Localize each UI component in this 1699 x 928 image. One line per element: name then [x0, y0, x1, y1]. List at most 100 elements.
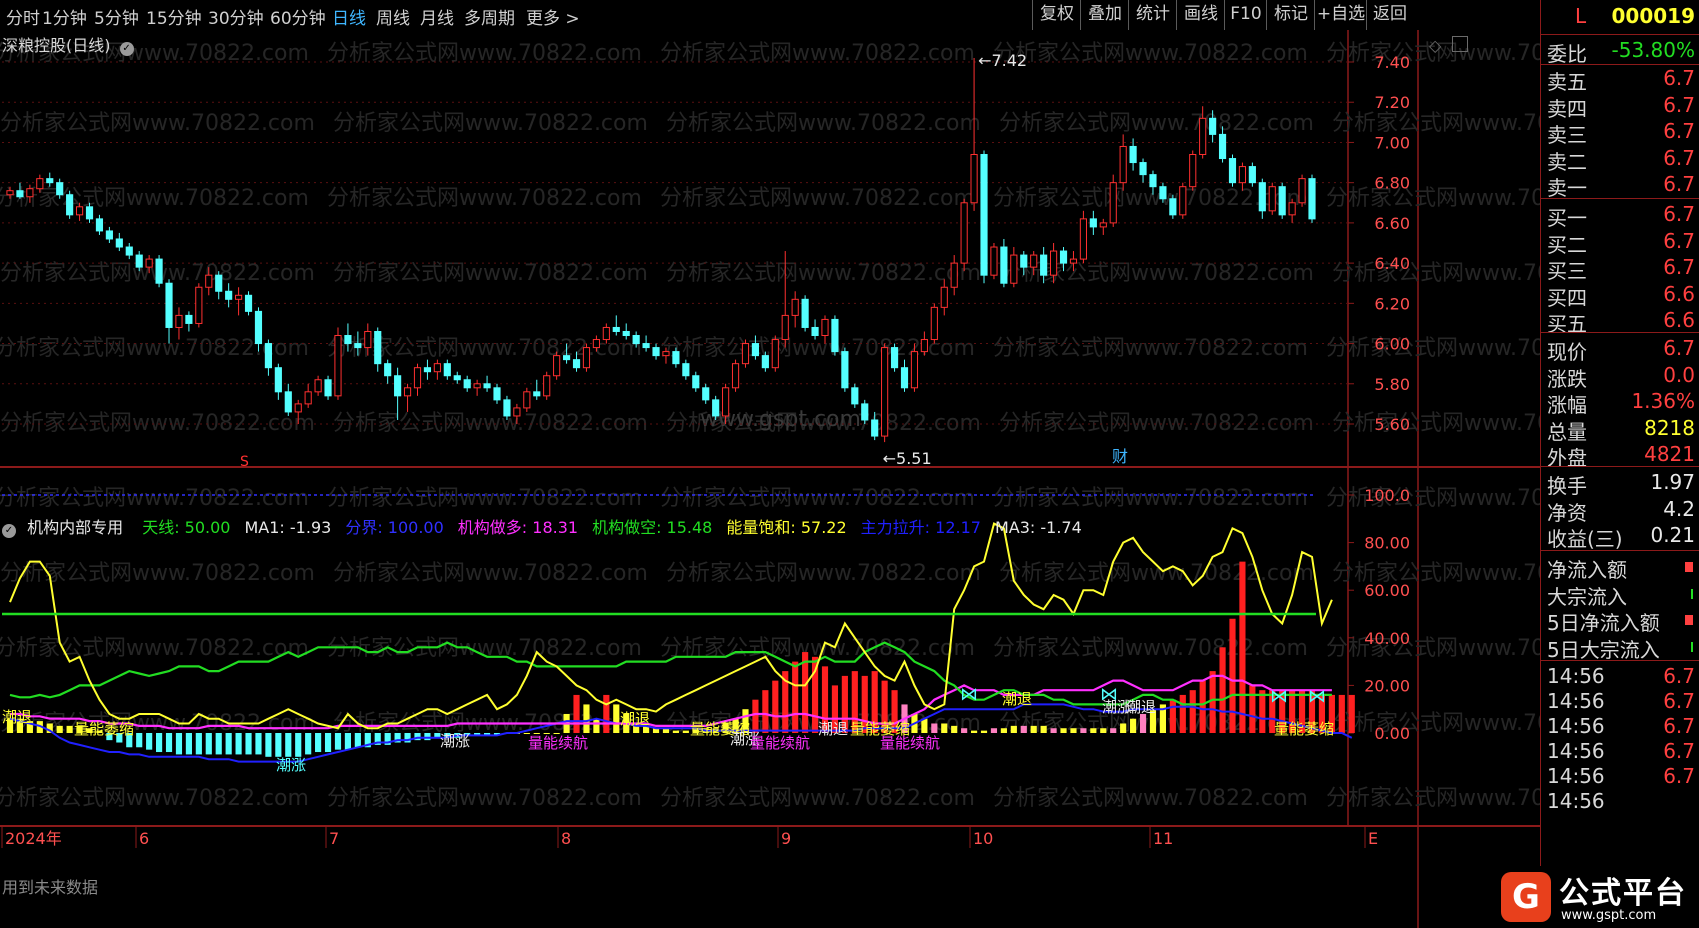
candle-body[interactable] [741, 343, 750, 365]
candle-body[interactable] [980, 154, 988, 276]
candle-body[interactable] [1109, 182, 1117, 224]
candle-body[interactable] [1268, 186, 1276, 212]
candle-body[interactable] [781, 314, 789, 341]
candle-body[interactable] [1119, 145, 1127, 184]
candle-body[interactable] [324, 379, 332, 397]
candle-body[interactable] [264, 343, 272, 369]
finance-marker[interactable]: 财 [1112, 447, 1128, 466]
candle-body[interactable] [254, 310, 263, 345]
candle-body[interactable] [900, 367, 909, 389]
candle-body[interactable] [890, 347, 899, 369]
candle-body[interactable] [105, 230, 113, 240]
candle-body[interactable] [801, 298, 809, 328]
candle-body[interactable] [970, 154, 978, 204]
candle-body[interactable] [274, 367, 282, 393]
candle-body[interactable] [1288, 202, 1296, 216]
candle-body[interactable] [702, 387, 710, 401]
candle-body[interactable] [1099, 222, 1107, 228]
candle-body[interactable] [572, 359, 581, 369]
candle-body[interactable] [1258, 182, 1266, 212]
candle-body[interactable] [1218, 133, 1227, 160]
candle-body[interactable] [1059, 250, 1068, 264]
candle-body[interactable] [95, 218, 104, 232]
diamond-icon[interactable]: ◇ [1429, 36, 1441, 55]
candle-body[interactable] [771, 339, 779, 369]
candle-body[interactable] [622, 330, 630, 337]
candle-body[interactable] [1149, 174, 1157, 188]
candle-body[interactable] [155, 258, 163, 284]
candle-body[interactable] [861, 403, 869, 421]
candle-body[interactable] [523, 391, 531, 409]
candle-body[interactable] [1159, 186, 1167, 200]
candle-body[interactable] [672, 351, 680, 365]
candle-body[interactable] [195, 286, 203, 324]
candle-body[interactable] [374, 330, 382, 365]
indicator-name[interactable]: 机构内部专用 [27, 518, 123, 537]
candle-body[interactable] [344, 335, 352, 345]
candle-body[interactable] [1000, 246, 1008, 284]
candle-body[interactable] [652, 347, 660, 357]
candle-body[interactable] [1179, 186, 1187, 216]
candle-body[interactable] [533, 391, 541, 397]
candle-body[interactable] [1030, 254, 1038, 268]
candle-body[interactable] [1278, 186, 1286, 216]
candle-body[interactable] [592, 339, 600, 349]
candle-body[interactable] [185, 314, 193, 324]
candle-body[interactable] [16, 190, 24, 198]
candle-body[interactable] [821, 318, 829, 337]
candle-body[interactable] [26, 188, 34, 198]
candle-body[interactable] [433, 363, 441, 373]
candle-body[interactable] [1129, 145, 1137, 164]
candle-body[interactable] [334, 335, 342, 397]
candle-body[interactable] [135, 254, 143, 268]
candle-body[interactable] [1169, 198, 1177, 216]
candle-body[interactable] [642, 343, 650, 349]
candle-body[interactable] [831, 318, 839, 353]
candle-body[interactable] [612, 326, 620, 332]
candle-body[interactable] [1298, 178, 1306, 204]
candle-body[interactable] [841, 351, 849, 389]
candle-body[interactable] [294, 403, 302, 413]
candle-body[interactable] [1079, 218, 1087, 260]
candle-body[interactable] [463, 379, 471, 389]
candle-body[interactable] [1069, 258, 1078, 264]
candle-body[interactable] [165, 282, 173, 328]
candle-body[interactable] [125, 246, 133, 256]
candle-body[interactable] [115, 238, 123, 248]
candle-body[interactable] [1248, 166, 1256, 184]
candle-body[interactable] [354, 343, 362, 349]
candle-body[interactable] [582, 347, 591, 369]
candle-body[interactable] [6, 190, 14, 196]
candle-body[interactable] [1189, 154, 1197, 188]
candle-body[interactable] [215, 274, 223, 292]
candle-body[interactable] [1040, 254, 1048, 276]
candle-body[interactable] [46, 178, 54, 184]
candle-body[interactable] [602, 326, 610, 341]
candle-body[interactable] [56, 182, 64, 196]
candle-body[interactable] [881, 347, 889, 437]
candle-body[interactable] [384, 363, 392, 377]
candle-body[interactable] [1308, 178, 1316, 220]
candle-body[interactable] [761, 355, 769, 369]
candle-body[interactable] [990, 246, 998, 276]
candle-body[interactable] [632, 335, 640, 345]
candle-body[interactable] [1089, 218, 1097, 228]
candle-body[interactable] [403, 387, 412, 397]
candle-body[interactable] [682, 363, 690, 377]
candle-body[interactable] [930, 306, 938, 341]
candle-body[interactable] [513, 407, 521, 417]
candle-body[interactable] [314, 379, 322, 393]
candle-body[interactable] [751, 343, 760, 357]
candle-body[interactable] [145, 258, 153, 268]
candle-body[interactable] [722, 387, 730, 417]
candle-body[interactable] [225, 290, 233, 300]
candle-body[interactable] [413, 367, 422, 389]
candle-body[interactable] [950, 262, 958, 288]
candle-body[interactable] [553, 355, 561, 377]
candle-body[interactable] [731, 363, 740, 389]
candle-body[interactable] [66, 194, 74, 216]
candle-body[interactable] [851, 387, 859, 405]
candle-body[interactable] [235, 294, 243, 300]
kline-chart[interactable]: 分析家公式网www.70822.com 分析家公式网www.70822.com 分析… [0, 0, 1540, 928]
candle-body[interactable] [811, 326, 819, 337]
